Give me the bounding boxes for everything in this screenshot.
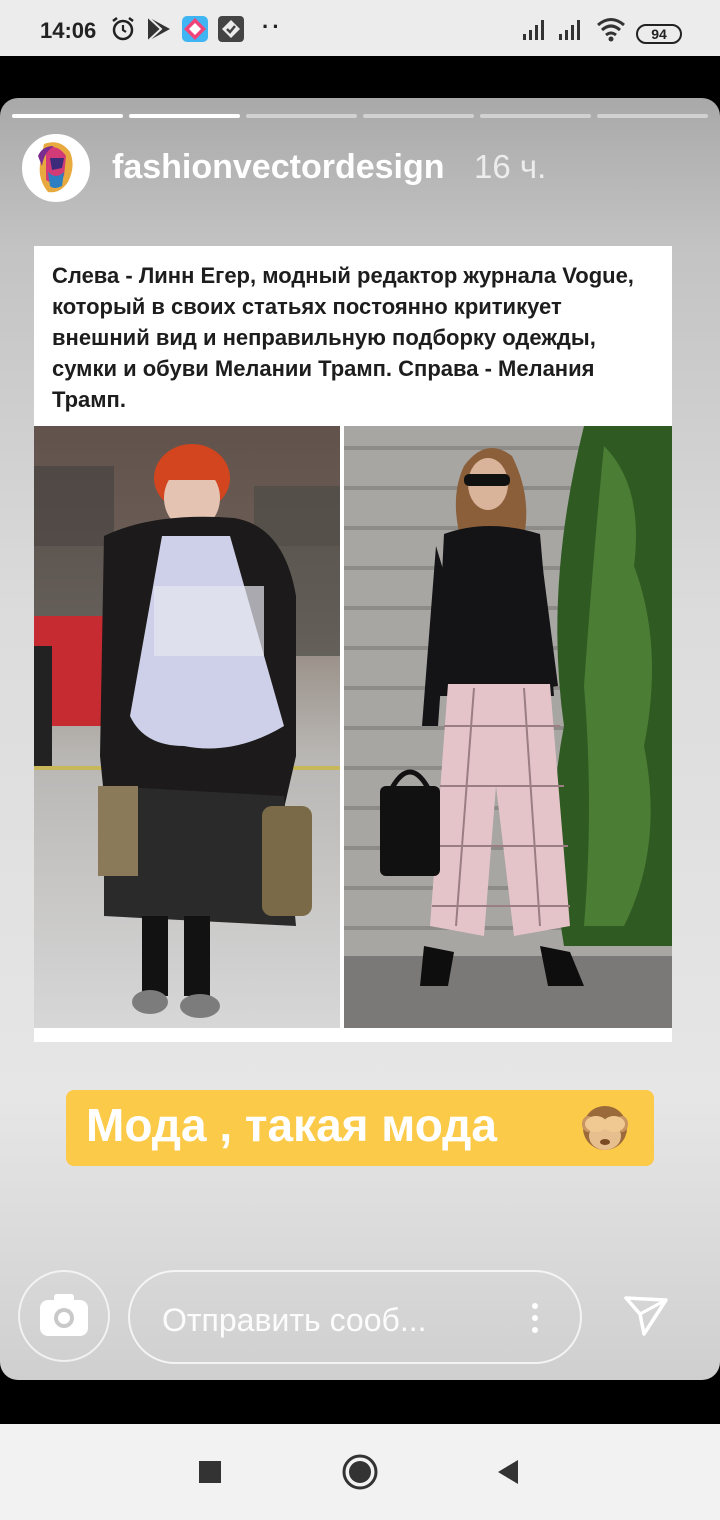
post-caption: Слева - Линн Егер, модный редактор журна… xyxy=(52,263,634,412)
avatar[interactable] xyxy=(22,134,90,202)
play-store-icon xyxy=(147,16,170,42)
home-button[interactable] xyxy=(340,1452,380,1492)
battery-indicator: 94 xyxy=(636,24,682,44)
message-input[interactable]: Отправить сооб... xyxy=(128,1270,582,1364)
story-viewer[interactable]: fashionvectordesign 16 ч. Слева - Линн Е… xyxy=(0,98,720,1380)
progress-segment xyxy=(12,114,123,118)
text-sticker: Мода , такая мода xyxy=(66,1090,654,1166)
back-button[interactable] xyxy=(488,1452,528,1492)
alarm-icon xyxy=(112,17,134,41)
progress-segment xyxy=(246,114,357,118)
status-bar: 14:06 ·· 94 xyxy=(0,0,720,56)
photo-right xyxy=(344,426,672,1028)
status-time: 14:06 xyxy=(40,18,97,43)
recents-button[interactable] xyxy=(190,1452,230,1492)
story-post-image: Слева - Линн Егер, модный редактор журна… xyxy=(34,246,672,1042)
wifi-icon xyxy=(597,18,625,42)
send-icon[interactable] xyxy=(622,1294,670,1338)
story-username[interactable]: fashionvectordesign xyxy=(112,148,445,187)
camera-icon xyxy=(40,1294,88,1336)
sticker-text: Мода , такая мода xyxy=(86,1099,497,1151)
more-options-icon[interactable] xyxy=(528,1300,542,1336)
screen: 14:06 ·· 94 fashionvectordesign 16 ч. Сл… xyxy=(0,0,720,1520)
progress-segment xyxy=(597,114,708,118)
app-icon-2 xyxy=(218,16,244,42)
status-more-dots: ·· xyxy=(262,14,283,39)
signal-icon xyxy=(523,20,544,40)
progress-segment xyxy=(363,114,474,118)
app-icon xyxy=(182,16,208,42)
avatar-image xyxy=(24,136,88,200)
photo-left xyxy=(34,426,340,1028)
story-time: 16 ч. xyxy=(474,148,547,185)
camera-button[interactable] xyxy=(18,1270,110,1362)
story-progress xyxy=(12,114,708,118)
see-no-evil-monkey-icon xyxy=(582,1106,628,1150)
signal-icon-2 xyxy=(559,20,580,40)
android-navigation-bar xyxy=(0,1424,720,1520)
progress-segment xyxy=(129,114,240,118)
message-placeholder: Отправить сооб... xyxy=(162,1302,427,1338)
progress-segment xyxy=(480,114,591,118)
